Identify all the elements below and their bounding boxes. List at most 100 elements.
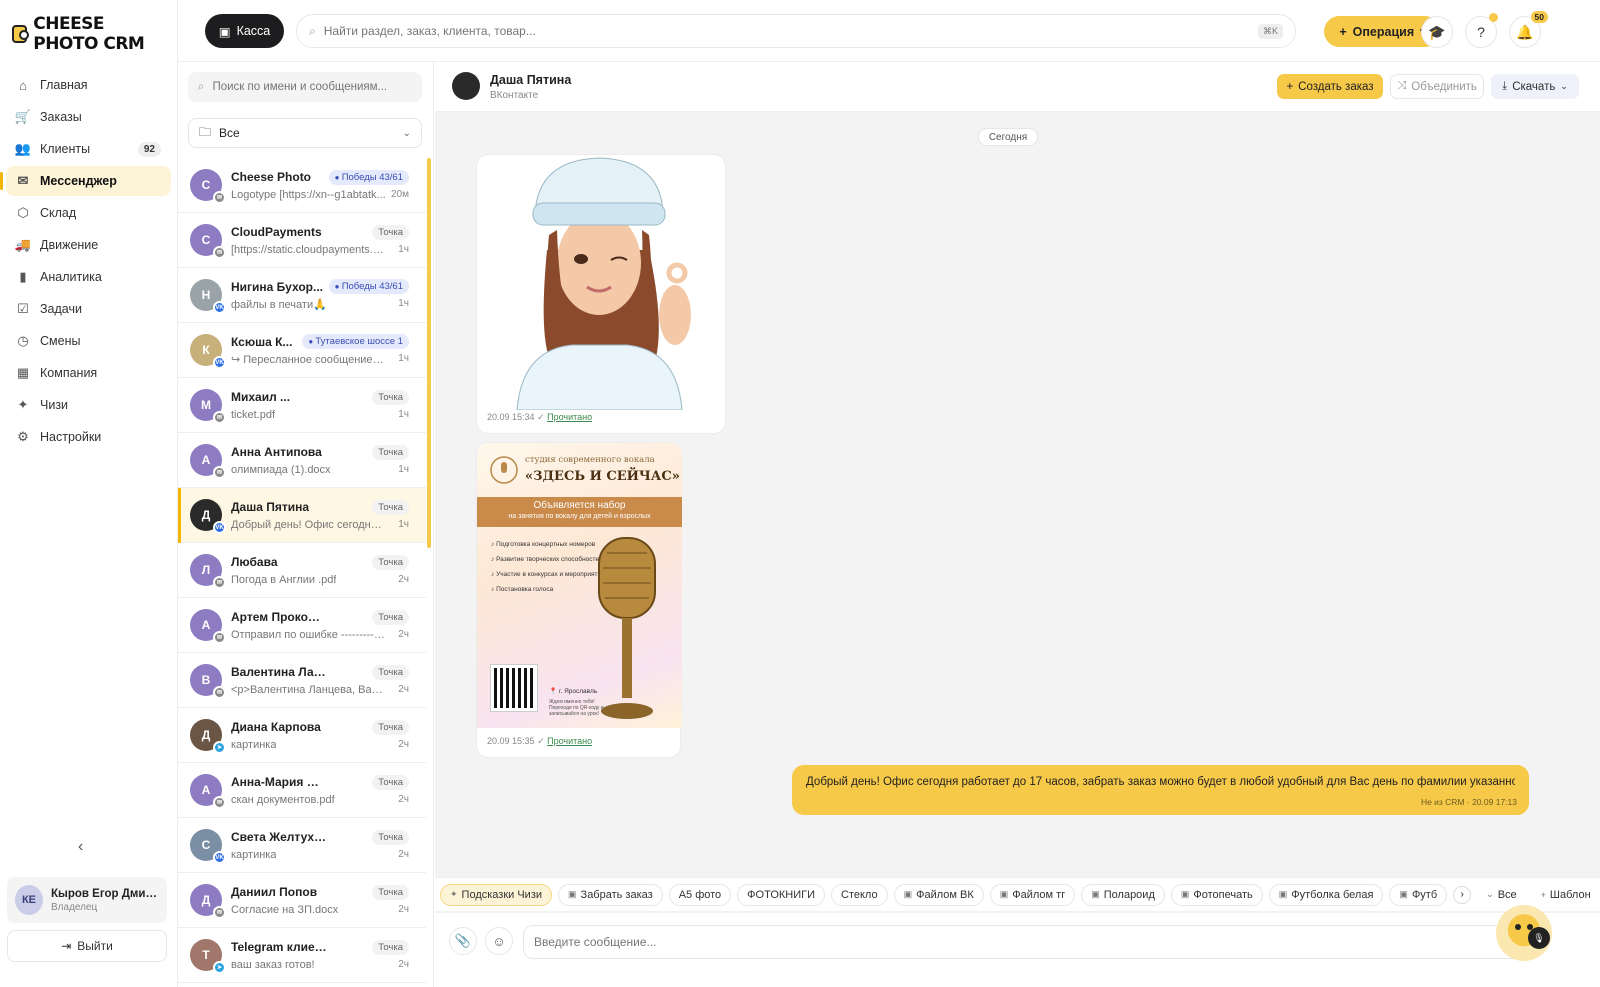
message-sticker[interactable]: 20.09 15:34 ✓ Прочитано [476,154,726,434]
quick-reply-chip[interactable]: ▣ Забрать заказ [558,883,663,906]
quick-reply-chip[interactable]: ▣ Файлом тг [989,883,1076,906]
chat-list-item[interactable]: Д ✉ Даниил Попов Точка Согласие на ЗП.docx 2ч [178,873,426,928]
chip-label: Файлом ВК [916,888,974,901]
chat-list-item[interactable]: T ➤ Telegram клиент Точка ваш заказ готов! 2ч [178,928,426,983]
chat-list-item[interactable]: Д ➤ Диана Карпова Точка картинка 2ч [178,708,426,763]
users-icon: 👥 [14,141,32,156]
chat-list-item[interactable]: А ✉ Анна Антипова Точка олимпиада (1).docx 1ч [178,433,426,488]
add-template-button[interactable]: + Шаблон [1531,883,1600,906]
chat-list-item[interactable]: Д VK Даша Пятина Точка Добрый день! Офис сег… [178,488,426,543]
chat-list-item[interactable]: НVKНигина Бухор...Победы 43/61файлы в пе… [178,268,426,323]
chat-list-item[interactable]: КVK Ксюша К... Тутаевское шоссе 1 ↪ Пересла… [178,323,426,378]
sidebar-item-3[interactable]: ✉ Мессенджер [0,166,171,196]
topbar: ▣ Касса ⌕ ⌘K + Операция ▾ 🎓 ? 🔔 50 [178,0,1600,62]
create-order-button[interactable]: + Создать заказ [1277,74,1383,99]
sidebar-item-0[interactable]: ⌂ Главная [6,70,171,100]
avatar: C ✉ [190,224,226,259]
chat-name: Ксюша К... [231,334,293,349]
sidebar-item-10[interactable]: ✦ Чизи [6,390,171,420]
contact-avatar[interactable] [452,72,480,100]
chips-all-button[interactable]: ⌄ Все [1477,883,1526,906]
avatar: А ✉ [190,444,226,479]
sidebar-item-4[interactable]: ⬡ Склад [6,198,171,228]
chat-time: 2ч [398,573,409,585]
message-input[interactable] [534,935,1512,949]
chat-list-item-header: Cheese Photo Победы 43/61 [231,169,409,185]
sidebar-item-5[interactable]: 🚚 Движение [6,230,171,260]
chat-list-item[interactable]: Л ✉ Любава Точка Погода в Англии .pdf 2ч [178,543,426,598]
message-outgoing[interactable]: Добрый день! Офис сегодня работает до 17… [792,765,1529,815]
sidebar-item-2[interactable]: 👥 Клиенты 92 [6,134,171,164]
chips-next-button[interactable]: › [1453,885,1472,904]
attach-button[interactable]: 📎 [449,927,477,955]
contact-name[interactable]: Даша Пятина [490,73,571,87]
notifications-button[interactable]: 🔔 50 [1509,11,1548,48]
quick-reply-chip[interactable]: ▣ Полароид [1081,883,1165,906]
chat-filter-select[interactable]: 🗀 Все ⌄ [188,118,422,148]
message-image[interactable]: студия современного вокала «ЗДЕСЬ И СЕЙЧ… [476,442,682,758]
academy-button[interactable]: 🎓 [1421,16,1453,48]
chat-list-item[interactable]: А✉ Артем Прокопенко Точка Отправил по ошибк… [178,598,426,653]
app-logo[interactable]: CHEESE PHOTO CRM [0,0,177,64]
global-search-input[interactable] [323,24,1250,38]
chat-search[interactable]: ⌕ [188,72,422,102]
sidebar-item-1[interactable]: 🛒 Заказы [6,102,171,132]
help-button[interactable]: ? [1465,13,1498,48]
quick-reply-chip[interactable]: Стекло [831,883,888,906]
download-label: Скачать [1512,80,1556,93]
chat-list-item[interactable]: А✉ Анна-Мария Абзали... Точка скан документ… [178,763,426,818]
chat-list-item-body: CloudPayments Точка [https://static.cloudp… [231,224,409,256]
chat-list-item[interactable]: C✉ Cheese Photo Победы 43/61 Logotype [http… [178,158,426,213]
chat-list-item[interactable]: М ✉ Михаил ... Точка ticket.pdf 1ч [178,378,426,433]
chat-list-item-header: Любава Точка [231,554,409,570]
sidebar-item-label: Движение [40,238,99,252]
sidebar-item-label: Настройки [40,430,102,444]
user-card[interactable]: КЕ Кыров Егор Дмитр... Владелец [7,877,167,923]
avatar: А ✉ [190,774,226,809]
chat-time: 2ч [398,903,409,915]
read-status: Прочитано [547,412,593,422]
poster-band-title: Объявляется набор [533,500,626,511]
gear-icon: ⚙ [17,429,29,444]
sidebar-item-8[interactable]: ◷ Смены [6,326,171,356]
merge-button[interactable]: ⤨ Объединить [1390,74,1484,99]
chat-name: Даниил Попов [231,885,318,899]
global-search[interactable]: ⌕ ⌘K [296,14,1296,48]
avatar-initial: М [201,398,211,412]
quick-reply-chip[interactable]: А5 фото [668,883,732,906]
chat-search-input[interactable] [212,81,412,93]
emoji-button[interactable]: ☺ [485,927,513,955]
read-status: Прочитано [547,736,593,746]
chip-label: Фотопечать [1193,888,1253,901]
help-icon: ? [1477,24,1485,40]
quick-reply-chip[interactable]: ▣ Футболка белая [1268,883,1384,906]
download-button[interactable]: ⤓ Скачать ⌄ [1491,74,1579,99]
quick-reply-chip[interactable]: ▣ Файлом ВК [893,883,984,906]
sidebar-item-7[interactable]: ☑ Задачи [6,294,171,324]
collapse-sidebar-icon[interactable]: ‹ [78,838,83,856]
merge-label: Объединить [1411,80,1477,93]
chat-list-item[interactable]: C ✉ CloudPayments Точка [https://static.clou… [178,213,426,268]
chat-name: Анна Антипова [231,445,322,459]
chat-time: 20м [391,188,409,200]
hints-chip[interactable]: ✦ Подсказки Чизи [440,883,553,906]
message-field[interactable] [523,925,1523,959]
avatar: Д VK [190,499,226,534]
chat-list-item[interactable]: С VK Света Желтухина Точка картинка 2ч [178,818,426,873]
chat-list-item-header: Михаил ... Точка [231,389,409,405]
clock-icon: ◷ [17,333,29,348]
voice-message-button[interactable]: 🎙 [1528,927,1550,949]
logout-button[interactable]: ⇥ Выйти [7,930,167,962]
chat-list-scrollbar[interactable] [427,158,431,548]
sidebar-item-9[interactable]: ▦ Компания [6,358,171,388]
quick-reply-chip[interactable]: ФОТОКНИГИ [737,883,825,906]
kassa-button[interactable]: ▣ Касса [205,14,284,48]
chat-list-item[interactable]: В✉ Валентина Ланцева Точка <p>Валентина Лан… [178,653,426,708]
quick-reply-chip[interactable]: ▣ Футб [1389,883,1448,906]
quick-reply-chip[interactable]: ▣ Фотопечать [1170,883,1263,906]
vocal-studio-poster: студия современного вокала «ЗДЕСЬ И СЕЙЧ… [477,443,682,728]
composer: 📎 ☺ 🎙 [435,905,1600,987]
plus-icon: + [1540,889,1546,900]
sidebar-item-6[interactable]: ▮ Аналитика [6,262,171,292]
sidebar-item-11[interactable]: ⚙ Настройки [6,422,171,452]
